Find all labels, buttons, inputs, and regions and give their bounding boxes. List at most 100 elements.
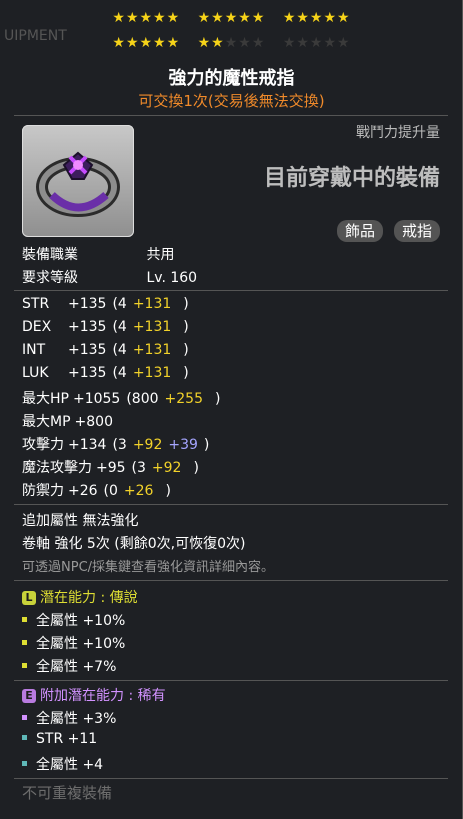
divider [14, 504, 448, 505]
bullet-icon [22, 663, 27, 668]
stat-bonus: +131 [132, 296, 172, 312]
star-force-row-2: ★★★★★ ★★★★★ ★★★★★ [0, 35, 463, 51]
item-title: 強力的魔性戒指 [168, 68, 295, 89]
additional-line-text: 全屬性 +4 [36, 757, 104, 773]
stat-base: (4 [112, 296, 127, 312]
star-force-row-1: ★★★★★ ★★★★★ ★★★★★ [0, 10, 463, 26]
category-tag: 戒指 [393, 220, 440, 242]
stat-base: (3 [131, 460, 146, 476]
item-icon-frame [22, 125, 134, 237]
stat-row: 最大MP +800 [22, 411, 137, 431]
stat-total: +134 [68, 437, 107, 453]
job-value: 共用 [146, 247, 175, 263]
stat-bonus: +255 [164, 391, 203, 407]
stat-close: ) [203, 437, 210, 453]
stat-close: ) [214, 391, 221, 407]
additional-potential-line: STR +11 [22, 731, 97, 747]
stat-close: ) [183, 342, 189, 358]
stat-name: INT [22, 342, 46, 358]
ring-icon [36, 151, 120, 217]
stat-name: STR [22, 296, 50, 312]
additional-line-text: 全屬性 +3% [36, 711, 117, 727]
item-tooltip: UIPMENT ★★★★★ ★★★★★ ★★★★★ ★★★★★ ★★★★★ ★★… [0, 0, 463, 819]
star-group-dim: ★★★★★ [282, 35, 351, 51]
stat-row: 最大HP +1055 (800 +255) [22, 388, 220, 408]
additional-option-row: 追加屬性 無法強化 [22, 510, 138, 530]
stat-close: ) [193, 460, 199, 476]
stat-name: 最大HP [22, 391, 69, 407]
stat-name: 魔法攻擊力 [22, 460, 92, 476]
bullet-icon [22, 715, 27, 720]
stat-name: LUK [22, 365, 49, 381]
stat-row: STR +135 (4 +131) [22, 296, 189, 312]
stat-row: 魔法攻擊力 +95 (3 +92) [22, 457, 199, 477]
scroll-enhance-row: 卷軸 強化 5次 (剩餘0次,可恢復0次) [22, 533, 245, 553]
stat-name: 攻擊力 [22, 437, 64, 453]
star-group-lit: ★★ [197, 35, 225, 51]
level-value: Lv. 160 [146, 270, 198, 286]
stat-name: 防禦力 [22, 483, 64, 499]
additional-potential-line: 全屬性 +3% [22, 708, 116, 728]
equip-restriction-note: 不可重複裝備 [22, 784, 113, 802]
level-label: 要求等級 [22, 270, 78, 286]
divider [14, 115, 448, 116]
trade-info: 可交換1次(交易後無法交換) [138, 92, 325, 110]
stat-close: ) [183, 319, 189, 335]
stat-total: +135 [68, 365, 107, 381]
level-requirement-row: 要求等級 Lv. 160 [22, 267, 197, 287]
bullet-icon [22, 617, 27, 622]
additional-potential-line: 全屬性 +4 [22, 754, 103, 774]
divider [14, 778, 448, 779]
stat-base: (4 [112, 365, 127, 381]
stat-total: +800 [74, 414, 113, 430]
star-group: ★★★★★ [112, 35, 181, 51]
stat-bonus: +131 [132, 342, 172, 358]
stat-row: LUK +135 (4 +131) [22, 365, 189, 381]
star-group: ★★★★★ [112, 10, 181, 26]
potential-line-text: 全屬性 +10% [36, 636, 126, 652]
bullet-icon [22, 640, 27, 645]
additional-option-value: 無法強化 [82, 513, 139, 529]
stat-close: ) [165, 483, 171, 499]
equipped-status: 目前穿戴中的裝備 [263, 166, 440, 191]
additional-grade-badge: E [22, 689, 36, 703]
additional-line-text: STR +11 [36, 731, 98, 747]
stat-row: 防禦力 +26 (0 +26) [22, 480, 171, 500]
bullet-icon [22, 735, 27, 740]
stat-base: (4 [112, 342, 127, 358]
stat-bonus: +26 [123, 483, 154, 499]
category-tag: 飾品 [336, 220, 383, 242]
stat-close: ) [183, 296, 189, 312]
scroll-enhance-detail: (剩餘0次,可恢復0次) [114, 536, 246, 552]
potential-grade-badge: L [22, 591, 36, 605]
stat-base: (3 [112, 437, 127, 453]
stat-row: DEX +135 (4 +131) [22, 319, 189, 335]
potential-header: L 潛在能力 : 傳說 [22, 587, 138, 607]
scroll-enhance-count: 5次 [86, 536, 110, 552]
stat-name: DEX [22, 319, 52, 335]
stat-close: ) [183, 365, 189, 381]
stat-name: 最大MP [22, 414, 71, 430]
stat-base: (4 [112, 319, 127, 335]
additional-potential-title: 附加潛在能力 : 稀有 [40, 688, 166, 704]
stat-row: 攻擊力 +134 (3 +92 +39) [22, 434, 209, 454]
divider [14, 290, 448, 291]
stat-bonus: +131 [132, 319, 172, 335]
additional-potential-header: E 附加潛在能力 : 稀有 [22, 685, 166, 705]
stat-total: +135 [68, 342, 107, 358]
scroll-enhance-label: 卷軸 強化 [22, 536, 83, 552]
stat-row: INT +135 (4 +131) [22, 342, 189, 358]
bullet-icon [22, 761, 27, 766]
stat-bonus: +131 [132, 365, 172, 381]
job-requirement-row: 裝備職業 共用 [22, 244, 174, 264]
stat-bonus: +92 [132, 437, 163, 453]
stat-base: (800 [126, 391, 159, 407]
potential-line-text: 全屬性 +10% [36, 613, 126, 629]
star-group: ★★★★★ [282, 10, 351, 26]
stat-bonus: +92 [151, 460, 182, 476]
enhance-hint: 可透過NPC/採集鍵查看強化資訊詳細內容。 [22, 560, 275, 575]
stat-base: (0 [103, 483, 118, 499]
combat-power-label: 戰鬥力提升量 [356, 125, 440, 141]
potential-line: 全屬性 +7% [22, 656, 116, 676]
stat-total: +95 [96, 460, 126, 476]
